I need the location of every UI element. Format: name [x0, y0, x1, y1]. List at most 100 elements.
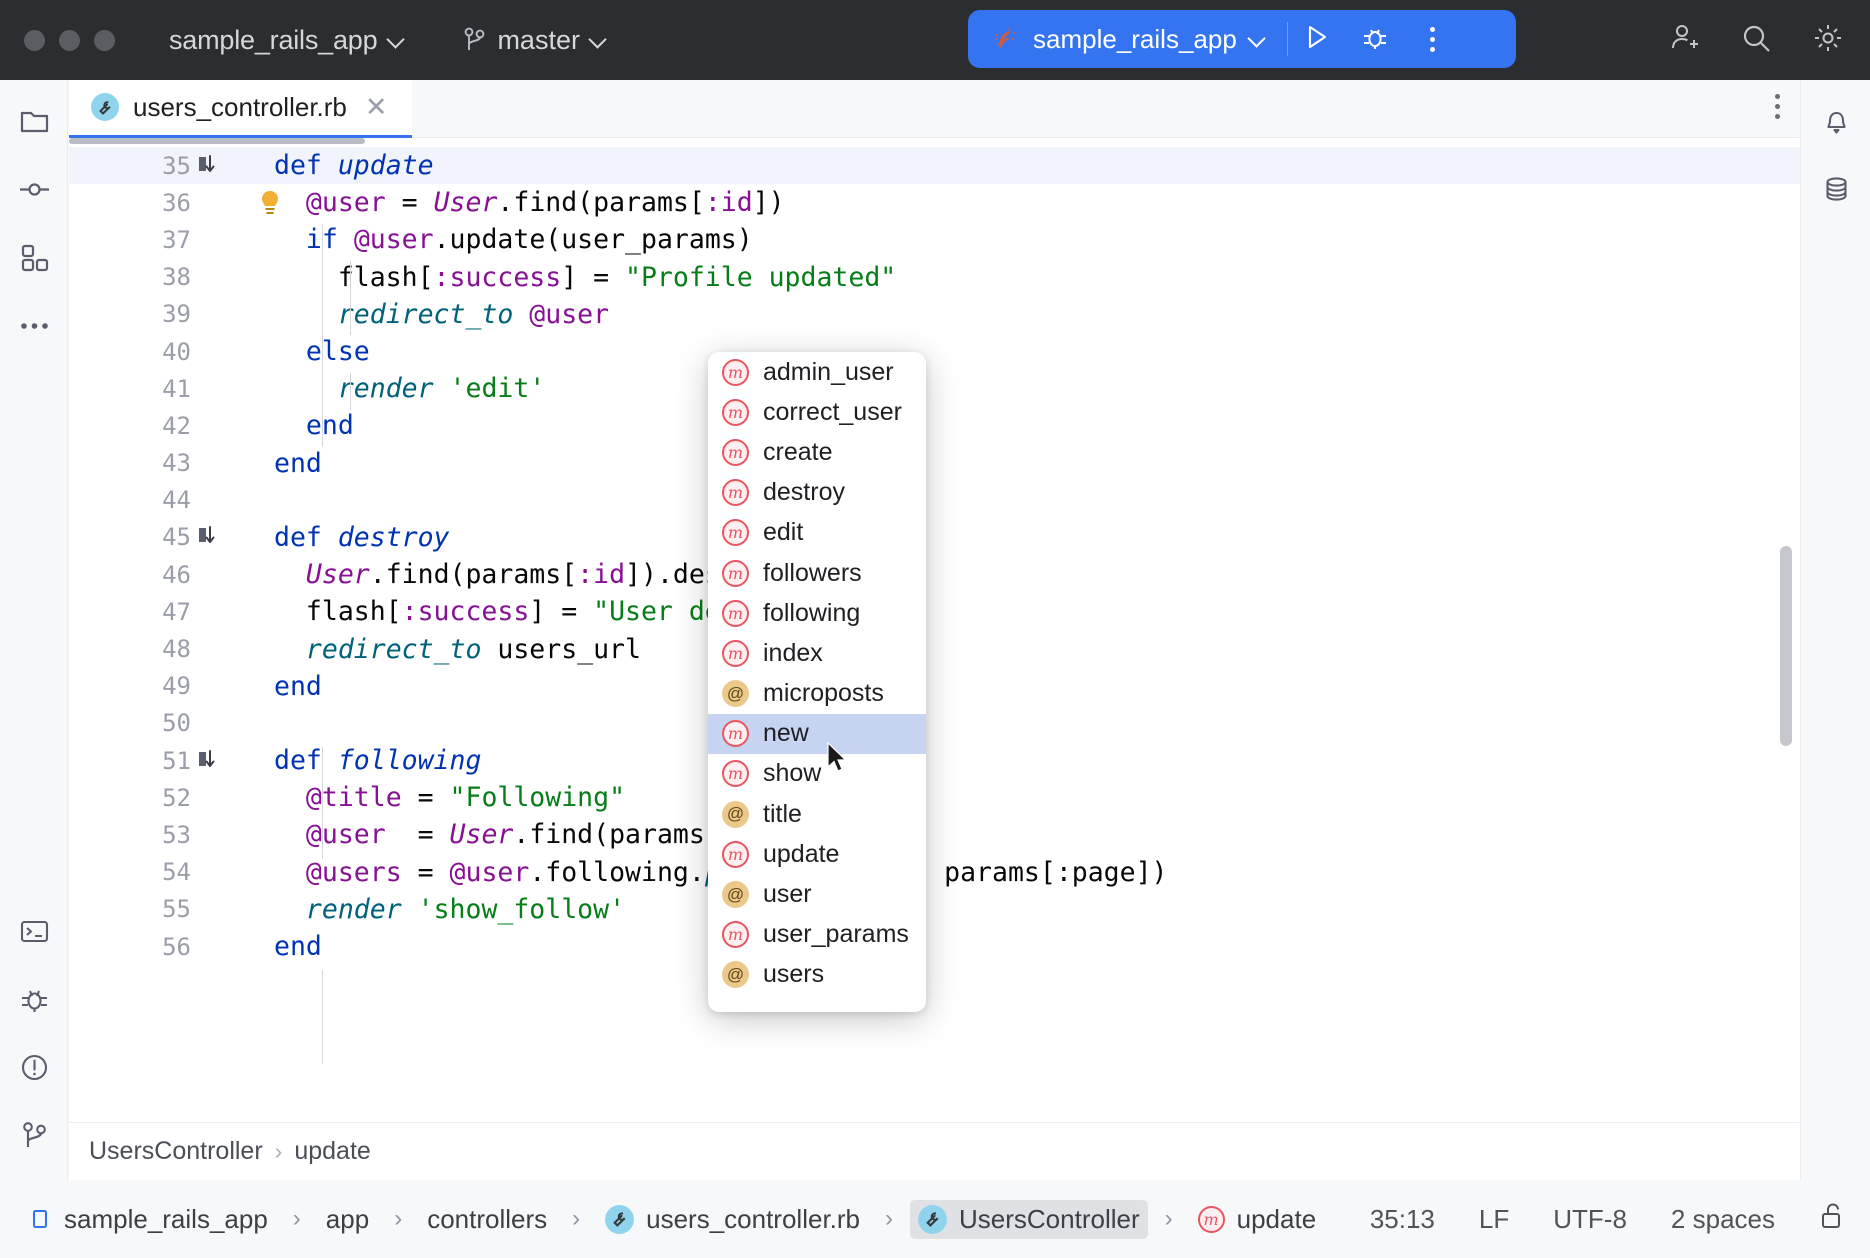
- more-horizontal-icon: [18, 319, 51, 337]
- indent-setting[interactable]: 2 spaces: [1671, 1204, 1775, 1235]
- run-configuration-selector[interactable]: sample_rails_app: [968, 24, 1265, 55]
- code-line[interactable]: 35 def update: [69, 147, 1800, 184]
- code-line[interactable]: 53 @user = User.find(params[:id]): [69, 816, 1800, 853]
- editor-options-button[interactable]: [1775, 94, 1780, 119]
- autocomplete-item[interactable]: muser_params: [708, 915, 926, 955]
- sidebar-item-terminal[interactable]: [0, 900, 68, 968]
- breadcrumb-class[interactable]: UsersController: [89, 1137, 263, 1166]
- code-text: end: [236, 671, 322, 702]
- code-line[interactable]: 49end: [69, 668, 1800, 705]
- autocomplete-item[interactable]: @title: [708, 794, 926, 834]
- code-line[interactable]: 43end: [69, 445, 1800, 482]
- code-line[interactable]: 46 User.find(params[:id]).destroy: [69, 556, 1800, 593]
- code-line[interactable]: 37 if @user.update(user_params): [69, 221, 1800, 258]
- sidebar-item-problems[interactable]: [0, 1036, 68, 1104]
- code-line[interactable]: 50: [69, 705, 1800, 742]
- status-breadcrumb-item[interactable]: users_controller.rb: [597, 1200, 868, 1239]
- autocomplete-item[interactable]: @microposts: [708, 674, 926, 714]
- code-line[interactable]: 36 @user = User.find(params[:id]): [69, 184, 1800, 221]
- branch-selector[interactable]: master: [464, 25, 606, 56]
- code-text: render 'edit': [236, 373, 545, 404]
- close-window-button[interactable]: [24, 30, 45, 51]
- code-line[interactable]: 52 @title = "Following": [69, 779, 1800, 816]
- database-icon: [1820, 173, 1853, 211]
- autocomplete-item-label: create: [763, 438, 832, 467]
- autocomplete-item[interactable]: mfollowing: [708, 593, 926, 633]
- autocomplete-item[interactable]: mcorrect_user: [708, 392, 926, 432]
- code-text: end: [236, 448, 322, 479]
- run-more-options-button[interactable]: [1404, 10, 1462, 68]
- code-line[interactable]: 38 flash[:success] = "Profile updated": [69, 259, 1800, 296]
- sidebar-item-project[interactable]: [0, 90, 68, 158]
- code-line[interactable]: 51 def following: [69, 742, 1800, 779]
- indent-guide: [322, 224, 323, 374]
- run-method-icon[interactable]: [191, 748, 236, 774]
- ruby-method-icon: m: [722, 359, 749, 386]
- autocomplete-item-label: index: [763, 639, 823, 668]
- close-icon[interactable]: ✕: [361, 94, 392, 121]
- status-breadcrumb-item[interactable]: controllers: [419, 1200, 555, 1239]
- run-method-icon[interactable]: [191, 153, 236, 179]
- line-separator[interactable]: LF: [1479, 1204, 1509, 1235]
- code-line[interactable]: 42 end: [69, 407, 1800, 444]
- horizontal-scrollbar[interactable]: [69, 138, 365, 144]
- code-line[interactable]: 41 render 'edit': [69, 370, 1800, 407]
- sidebar-item-database[interactable]: [1801, 158, 1870, 226]
- autocomplete-item-label: microposts: [763, 679, 884, 708]
- intention-bulb-icon[interactable]: [257, 189, 283, 219]
- sidebar-item-git[interactable]: [0, 1104, 68, 1172]
- code-line[interactable]: 45 def destroy: [69, 519, 1800, 556]
- code-line[interactable]: 47 flash[:success] = "User deleted": [69, 593, 1800, 630]
- autocomplete-item[interactable]: mcreate: [708, 432, 926, 472]
- add-account-icon[interactable]: [1668, 22, 1700, 59]
- line-number: 50: [69, 709, 191, 737]
- line-number: 56: [69, 933, 191, 961]
- status-breadcrumb-item[interactable]: sample_rails_app: [20, 1200, 276, 1239]
- breadcrumb-method[interactable]: update: [294, 1137, 370, 1166]
- tab-users-controller[interactable]: users_controller.rb ✕: [69, 80, 412, 138]
- autocomplete-item[interactable]: mfollowers: [708, 553, 926, 593]
- debug-button[interactable]: [1346, 10, 1404, 68]
- autocomplete-item[interactable]: @user: [708, 874, 926, 914]
- status-breadcrumb-item[interactable]: app: [318, 1200, 377, 1239]
- indent-guide: [350, 373, 351, 410]
- code-line[interactable]: 56 end: [69, 928, 1800, 965]
- run-button[interactable]: [1288, 10, 1346, 68]
- autocomplete-popup[interactable]: madmin_usermcorrect_usermcreatemdestroym…: [708, 352, 926, 1012]
- code-line[interactable]: 39 redirect_to @user: [69, 296, 1800, 333]
- code-text: def following: [236, 745, 481, 776]
- code-line[interactable]: 55 render 'show_follow': [69, 891, 1800, 928]
- code-line[interactable]: 40 else: [69, 333, 1800, 370]
- autocomplete-item[interactable]: medit: [708, 513, 926, 553]
- maximize-window-button[interactable]: [94, 30, 115, 51]
- code-line[interactable]: 44: [69, 482, 1800, 519]
- settings-gear-icon[interactable]: [1812, 22, 1844, 59]
- autocomplete-item[interactable]: mindex: [708, 633, 926, 673]
- sidebar-item-notifications[interactable]: [1801, 90, 1870, 158]
- project-selector[interactable]: sample_rails_app: [169, 25, 404, 56]
- minimize-window-button[interactable]: [59, 30, 80, 51]
- autocomplete-item[interactable]: mshow: [708, 754, 926, 794]
- code-text: redirect_to @user: [236, 299, 609, 330]
- autocomplete-item[interactable]: mupdate: [708, 834, 926, 874]
- sidebar-item-debug[interactable]: [0, 968, 68, 1036]
- ruby-method-icon: m: [722, 921, 749, 948]
- caret-position[interactable]: 35:13: [1370, 1204, 1435, 1235]
- autocomplete-item[interactable]: mdestroy: [708, 473, 926, 513]
- search-icon[interactable]: [1740, 22, 1772, 59]
- code-line[interactable]: 48 redirect_to users_url: [69, 630, 1800, 667]
- sidebar-item-plugins[interactable]: [0, 226, 68, 294]
- status-breadcrumb-item[interactable]: UsersController: [910, 1200, 1148, 1239]
- unlocked-padlock-icon[interactable]: [1819, 1201, 1846, 1238]
- code-text: end: [236, 931, 322, 962]
- autocomplete-item[interactable]: @users: [708, 955, 926, 995]
- status-breadcrumb-item[interactable]: mupdate: [1190, 1200, 1325, 1239]
- code-editor[interactable]: 35 def update36 @user = User.find(params…: [69, 138, 1800, 1064]
- run-method-icon[interactable]: [191, 524, 236, 550]
- sidebar-item-more[interactable]: [0, 294, 68, 362]
- code-line[interactable]: 54 @users = @user.following.paginate(pag…: [69, 854, 1800, 891]
- autocomplete-item[interactable]: madmin_user: [708, 352, 926, 392]
- autocomplete-item[interactable]: mnew: [708, 714, 926, 754]
- sidebar-item-commit[interactable]: [0, 158, 68, 226]
- file-encoding[interactable]: UTF-8: [1553, 1204, 1627, 1235]
